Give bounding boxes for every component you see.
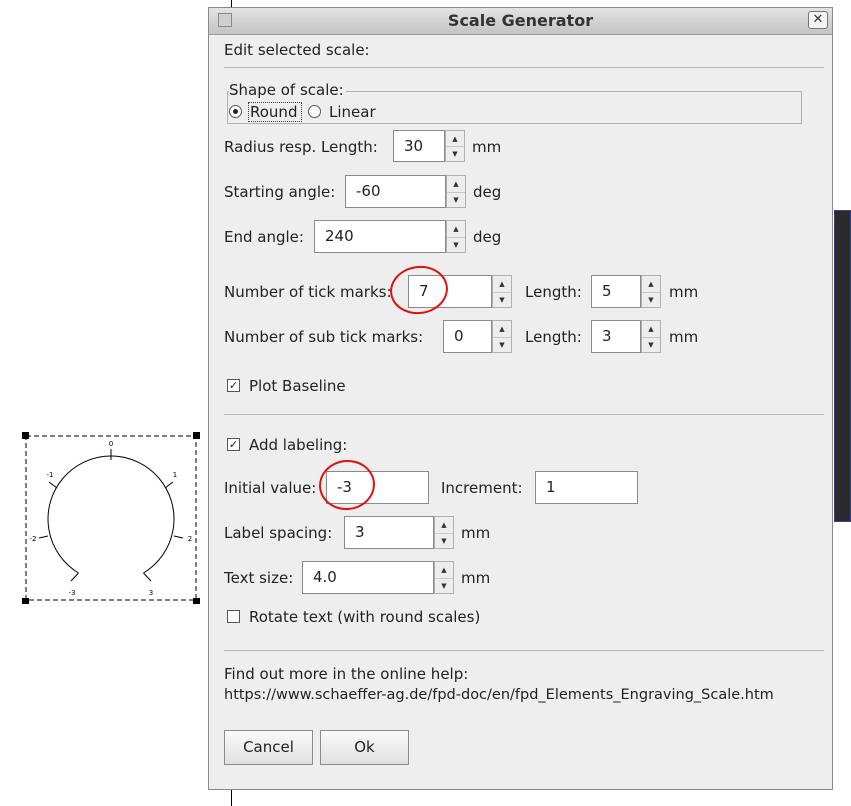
end-angle-label: End angle:	[224, 228, 304, 246]
label-spacing-spinner[interactable]: ▲ ▼	[434, 516, 454, 549]
separator	[224, 414, 824, 415]
add-labeling-checkbox[interactable]: ✓	[227, 438, 240, 451]
selection-handle	[22, 432, 29, 439]
radio-linear-label[interactable]: Linear	[329, 103, 376, 121]
selection-handle	[193, 432, 200, 439]
radius-spinner[interactable]: ▲ ▼	[445, 130, 465, 162]
annotation-circle-initial	[316, 457, 378, 513]
tick-mark	[173, 535, 184, 539]
separator	[224, 650, 824, 651]
shape-legend: Shape of scale:	[229, 81, 346, 99]
sub-tick-marks-input[interactable]: 0	[443, 320, 492, 353]
scale-preview[interactable]: 0 -1 1 -2 2 -3 3	[20, 432, 202, 604]
sub-tick-marks-label: Number of sub tick marks:	[224, 328, 424, 346]
tick-mark	[143, 572, 152, 582]
label-spacing-input[interactable]: 3	[344, 516, 434, 549]
help-text: Find out more in the online help:	[224, 665, 469, 683]
cancel-button[interactable]: Cancel	[224, 730, 313, 765]
rotate-text-checkbox[interactable]	[227, 610, 240, 623]
radio-round[interactable]	[229, 105, 242, 118]
start-angle-unit: deg	[473, 183, 502, 201]
tick-label: 2	[188, 535, 192, 543]
annotation-circle-ticks	[386, 262, 452, 318]
increment-label: Increment:	[441, 479, 523, 497]
scale-generator-dialog: Scale Generator ✕ Edit selected scale: S…	[208, 7, 833, 790]
end-angle-input[interactable]: 240	[314, 220, 446, 253]
title-bar[interactable]: Scale Generator ✕	[209, 8, 832, 35]
intro-label: Edit selected scale:	[224, 41, 370, 59]
label-spacing-label: Label spacing:	[224, 524, 333, 542]
sub-tick-length-spinner[interactable]: ▲ ▼	[641, 320, 661, 353]
tick-label: -3	[69, 589, 76, 597]
text-size-input[interactable]: 4.0	[302, 561, 434, 594]
end-angle-unit: deg	[473, 228, 502, 246]
sub-tick-length-label: Length:	[525, 328, 582, 346]
tick-length-input[interactable]: 5	[591, 275, 641, 308]
sub-tick-length-input[interactable]: 3	[591, 320, 641, 353]
initial-value-label: Initial value:	[224, 479, 317, 497]
text-size-unit: mm	[461, 569, 491, 587]
tick-mark	[70, 572, 79, 582]
radius-unit: mm	[472, 138, 502, 156]
canvas-vertical-line-bottom	[231, 790, 232, 806]
radio-round-label[interactable]: Round	[250, 103, 297, 121]
plot-baseline-checkbox[interactable]: ✓	[227, 379, 240, 392]
tick-mark	[38, 535, 49, 539]
tick-label: 1	[173, 471, 177, 479]
separator	[224, 67, 824, 68]
tick-length-unit: mm	[669, 283, 699, 301]
close-button[interactable]: ✕	[808, 11, 828, 29]
sub-tick-length-unit: mm	[669, 328, 699, 346]
tick-label: -1	[47, 471, 54, 479]
label-spacing-unit: mm	[461, 524, 491, 542]
add-labeling-label[interactable]: Add labeling:	[249, 436, 347, 454]
selection-handle	[193, 598, 200, 604]
ok-button[interactable]: Ok	[320, 730, 409, 765]
tick-label: 0	[109, 440, 113, 448]
radio-linear[interactable]	[308, 105, 321, 118]
sub-tick-marks-spinner[interactable]: ▲ ▼	[492, 320, 512, 353]
help-url[interactable]: https://www.schaeffer-ag.de/fpd-doc/en/f…	[224, 687, 774, 703]
tick-marks-label: Number of tick marks:	[224, 283, 392, 301]
selection-handle	[22, 598, 29, 604]
start-angle-input[interactable]: -60	[345, 175, 446, 208]
start-angle-spinner[interactable]: ▲ ▼	[446, 175, 466, 208]
tick-label: 3	[149, 589, 153, 597]
plot-baseline-label[interactable]: Plot Baseline	[249, 377, 346, 395]
tick-mark	[164, 481, 174, 489]
text-size-label: Text size:	[224, 569, 294, 587]
tick-label: -2	[30, 535, 37, 543]
text-size-spinner[interactable]: ▲ ▼	[434, 561, 454, 594]
background-panel	[834, 210, 851, 522]
scale-baseline	[47, 455, 175, 574]
rotate-text-label[interactable]: Rotate text (with round scales)	[249, 608, 480, 626]
radius-input[interactable]: 30	[393, 130, 445, 162]
dialog-title: Scale Generator	[447, 11, 594, 30]
increment-input[interactable]: 1	[535, 471, 638, 504]
end-angle-spinner[interactable]: ▲ ▼	[446, 220, 466, 253]
tick-mark	[48, 481, 58, 489]
start-angle-label: Starting angle:	[224, 183, 336, 201]
radius-label: Radius resp. Length:	[224, 138, 378, 156]
tick-length-spinner[interactable]: ▲ ▼	[641, 275, 661, 308]
tick-length-label: Length:	[525, 283, 582, 301]
tick-marks-spinner[interactable]: ▲ ▼	[492, 275, 512, 308]
